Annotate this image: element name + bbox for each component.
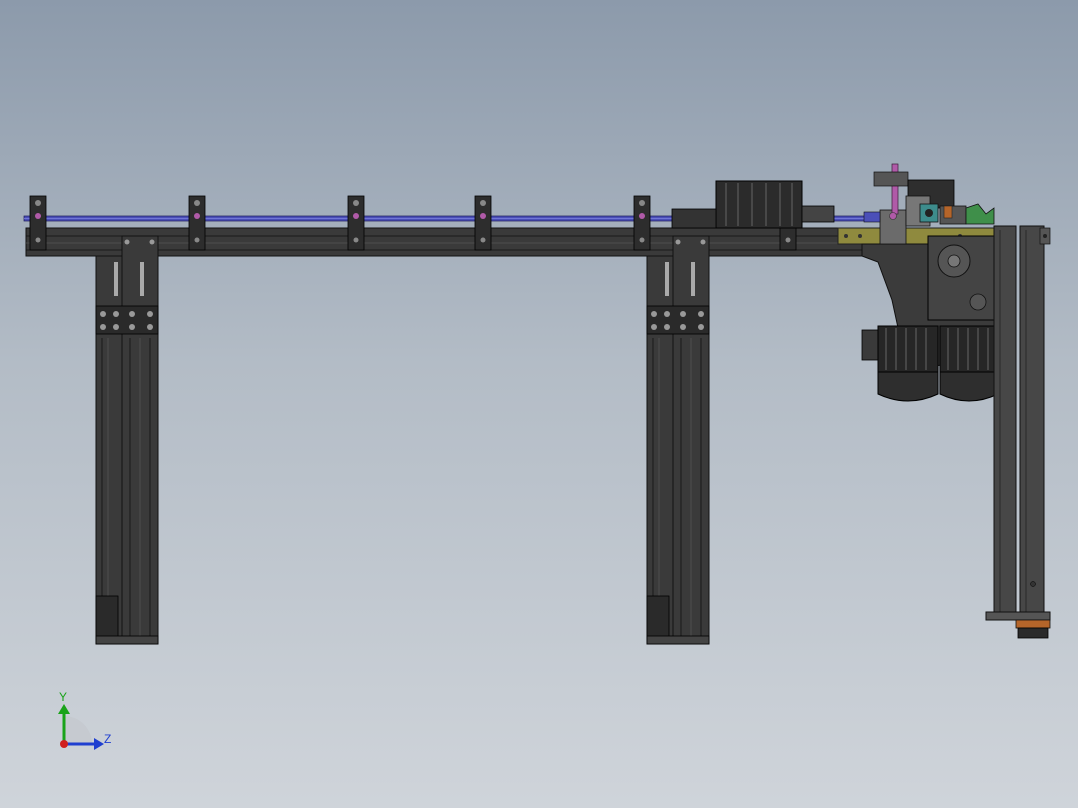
conveyor-assembly-model[interactable]: Y Z: [0, 0, 1078, 808]
right-stand: [985, 225, 1051, 639]
triad-origin: [60, 740, 68, 748]
pneumatic-cylinder-block: [671, 180, 835, 229]
triad-quadrant: [64, 716, 92, 744]
z-axis-label: Z: [104, 732, 111, 746]
rail-bracket-3: [347, 195, 365, 251]
drive-station: [837, 163, 1015, 402]
y-axis-arrow: [58, 704, 70, 714]
rail-bracket-5: [633, 195, 651, 251]
z-axis-arrow: [94, 738, 104, 750]
middle-support-leg: [646, 235, 710, 645]
rail-bracket-2: [188, 195, 206, 251]
rail-bracket-4: [474, 195, 492, 251]
rail-bracket-1: [29, 195, 47, 251]
y-axis-label: Y: [59, 690, 67, 704]
left-support-leg: [95, 235, 159, 645]
coordinate-triad: Y Z: [58, 690, 111, 750]
graphics-viewport[interactable]: Y Z: [0, 0, 1078, 808]
